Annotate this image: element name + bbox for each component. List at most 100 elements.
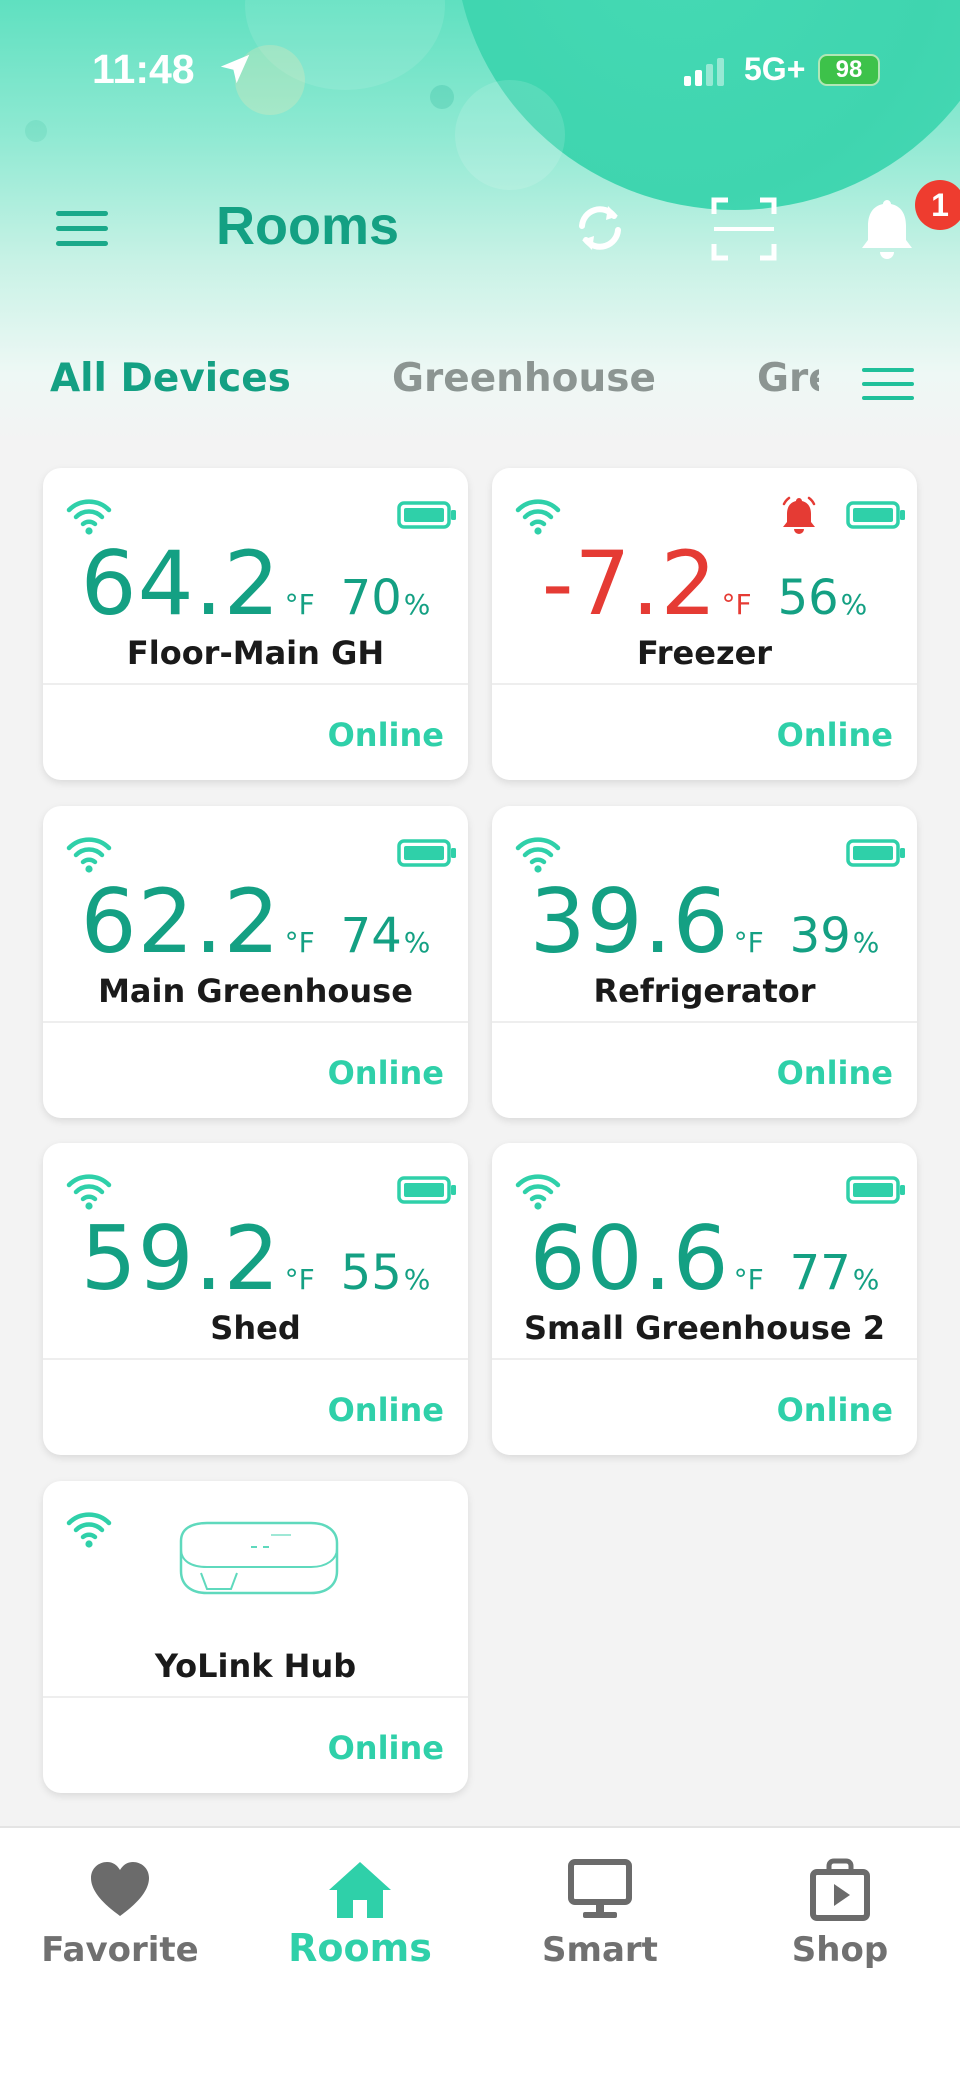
status-bar: 11:48 5G+ 98 [0,0,960,130]
nav-label: Smart [542,1930,658,1970]
temperature-value: 39.6 [529,870,730,973]
sensor-reading: 39.6 °F 39 % [492,878,917,966]
device-card[interactable]: 64.2 °F 70 % Floor-Main GH Online [43,468,468,780]
humidity-unit: % [840,588,868,621]
location-arrow-icon [220,54,250,84]
device-status: Online [327,1391,444,1429]
card-divider [43,1696,468,1698]
device-card[interactable]: -7.2 °F 56 % Freezer Online [492,468,917,780]
wifi-icon [514,1171,562,1211]
sensor-reading: 59.2 °F 55 % [43,1215,468,1303]
home-icon [329,1862,391,1918]
temperature-unit: °F [284,588,315,621]
device-card[interactable]: 60.6 °F 77 % Small Greenhouse 2 Online [492,1143,917,1455]
battery-percent: 98 [835,56,863,83]
wifi-icon [514,496,562,536]
tab-all-devices[interactable]: All Devices [50,356,291,401]
temperature-unit: °F [284,1263,315,1296]
battery-icon [397,1176,457,1204]
temperature-value: 62.2 [80,870,281,973]
device-status: Online [776,1054,893,1092]
device-name: Freezer [636,634,773,672]
humidity-value: 56 [777,570,839,626]
device-card[interactable]: 62.2 °F 74 % Main Greenhouse Online [43,806,468,1118]
humidity-unit: % [403,926,431,959]
scan-icon[interactable] [710,196,778,262]
shopping-bag-icon [810,1858,870,1921]
menu-button[interactable] [52,207,112,251]
humidity-unit: % [852,926,880,959]
wifi-icon [65,1509,113,1549]
device-name: Main Greenhouse [98,972,413,1010]
device-status: Online [776,716,893,754]
nav-label: Rooms [288,1926,432,1970]
heart-icon [91,1862,149,1916]
battery-icon [846,501,906,529]
card-divider [492,683,917,685]
temperature-unit: °F [284,926,315,959]
tab-greenhouse[interactable]: Greenhouse [392,356,656,401]
nav-smart[interactable]: Smart [480,1828,720,1988]
sensor-reading: 60.6 °F 77 % [492,1215,917,1303]
device-status: Online [327,716,444,754]
nav-favorite[interactable]: Favorite [0,1828,240,1988]
humidity-unit: % [403,1263,431,1296]
monitor-icon [568,1859,632,1918]
device-card[interactable]: 59.2 °F 55 % Shed Online [43,1143,468,1455]
device-name: Refrigerator [593,972,816,1010]
device-name: Floor-Main GH [126,634,385,672]
device-name: YoLink Hub [154,1647,357,1685]
device-card[interactable]: YoLink Hub Online [43,1481,468,1793]
device-status: Online [327,1054,444,1092]
nav-shop[interactable]: Shop [720,1828,960,1988]
device-card[interactable]: 39.6 °F 39 % Refrigerator Online [492,806,917,1118]
temperature-value: 64.2 [80,532,281,635]
nav-label: Favorite [41,1930,199,1970]
card-divider [492,1021,917,1023]
status-time: 11:48 [92,46,195,92]
device-name: Shed [210,1309,301,1347]
alarm-bell-icon [782,496,816,534]
nav-label: Shop [791,1930,889,1970]
nav-rooms[interactable]: Rooms [240,1828,480,1988]
tab-greenhouse-partial[interactable]: Greenhouse [757,356,819,401]
temperature-value: -7.2 [541,532,718,635]
card-divider [43,1021,468,1023]
temperature-unit: °F [721,588,752,621]
temperature-value: 59.2 [80,1207,281,1310]
cellular-signal-icon [684,58,724,86]
network-type: 5G+ [744,51,806,87]
card-divider [43,1358,468,1360]
temperature-unit: °F [733,1263,764,1296]
hub-device-image [179,1521,339,1595]
tabs-menu-button[interactable] [860,364,916,406]
notification-badge: 1 [915,180,960,230]
battery-icon [397,839,457,867]
battery-icon [846,839,906,867]
humidity-value: 74 [340,908,402,964]
sensor-reading: -7.2 °F 56 % [492,540,917,628]
battery-icon [397,501,457,529]
temperature-unit: °F [733,926,764,959]
page-title: Rooms [216,196,400,256]
humidity-value: 55 [340,1245,402,1301]
humidity-value: 77 [789,1245,851,1301]
wifi-icon [65,496,113,536]
humidity-value: 39 [789,908,851,964]
bottom-navigation: Favorite Rooms Smart Shop [0,1826,960,2079]
card-divider [43,683,468,685]
humidity-unit: % [403,588,431,621]
notification-bell-icon[interactable] [856,196,918,262]
card-divider [492,1358,917,1360]
temperature-value: 60.6 [529,1207,730,1310]
wifi-icon [65,834,113,874]
device-status: Online [327,1729,444,1767]
refresh-icon[interactable] [568,196,632,260]
battery-indicator: 98 [818,54,880,86]
device-name: Small Greenhouse 2 [524,1309,885,1347]
humidity-unit: % [852,1263,880,1296]
device-status: Online [776,1391,893,1429]
battery-icon [846,1176,906,1204]
sensor-reading: 62.2 °F 74 % [43,878,468,966]
room-tabs: All Devices Greenhouse Greenhouse [0,350,960,410]
